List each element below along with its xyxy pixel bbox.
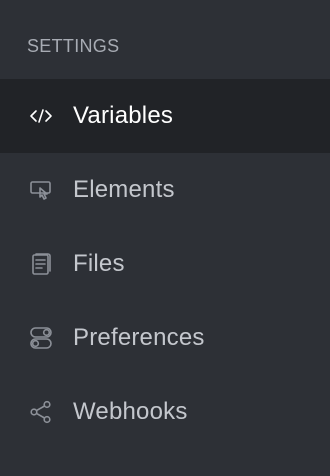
- element-cursor-icon: [27, 176, 55, 204]
- share-icon: [27, 398, 55, 426]
- nav-item-label: Preferences: [73, 324, 205, 351]
- settings-nav: Variables Elements Files Preferences Web…: [0, 79, 330, 449]
- nav-item-files[interactable]: Files: [0, 227, 330, 301]
- nav-item-label: Elements: [73, 176, 175, 203]
- nav-item-label: Webhooks: [73, 398, 188, 425]
- nav-item-variables[interactable]: Variables: [0, 79, 330, 153]
- code-icon: [27, 102, 55, 130]
- nav-item-label: Files: [73, 250, 125, 277]
- file-icon: [27, 250, 55, 278]
- nav-item-label: Variables: [73, 102, 174, 129]
- nav-item-preferences[interactable]: Preferences: [0, 301, 330, 375]
- nav-item-webhooks[interactable]: Webhooks: [0, 375, 330, 449]
- settings-section-title: SETTINGS: [27, 36, 120, 56]
- nav-item-elements[interactable]: Elements: [0, 153, 330, 227]
- toggles-icon: [27, 324, 55, 352]
- settings-sidebar: SETTINGS Variables Elements Files Prefer…: [0, 0, 330, 476]
